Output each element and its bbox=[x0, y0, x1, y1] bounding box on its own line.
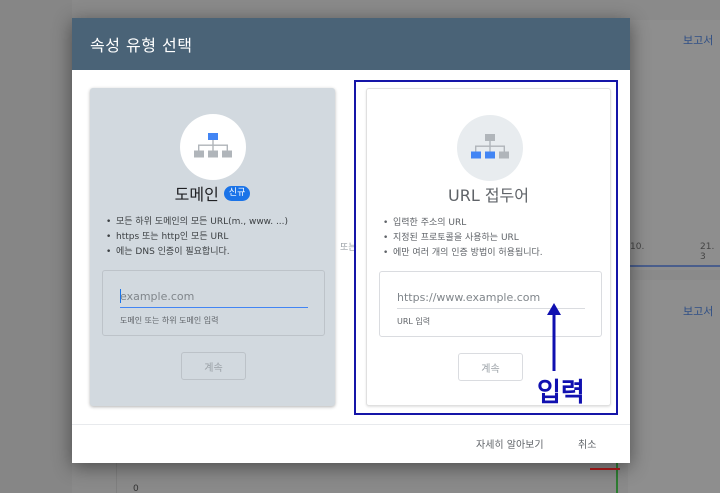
background-report-card bbox=[628, 20, 720, 270]
sitemap-icon bbox=[194, 133, 232, 158]
domain-input[interactable] bbox=[120, 286, 308, 308]
arrow-up-icon bbox=[547, 303, 561, 371]
background-report-link[interactable]: 보고서 bbox=[683, 32, 713, 48]
domain-title-text: 도메인 bbox=[174, 185, 219, 204]
list-item: 에는 DNS 인증이 필요합니다. bbox=[106, 245, 326, 260]
background-axis-tick: 0 bbox=[133, 484, 139, 493]
background-chart-line bbox=[628, 265, 720, 267]
background-chart-line bbox=[590, 468, 620, 470]
cancel-button[interactable]: 취소 bbox=[578, 436, 596, 451]
domain-input-box: 도메인 또는 하위 도메인 입력 bbox=[102, 270, 325, 336]
domain-card-title: 도메인 신규 bbox=[90, 181, 335, 205]
text-cursor bbox=[120, 289, 121, 303]
background-axis-tick: 21. 3 bbox=[700, 242, 715, 262]
domain-property-card[interactable]: 도메인 신규 모든 하위 도메인의 모든 URL(m., www. ...) h… bbox=[90, 88, 335, 406]
domain-icon-circle bbox=[180, 114, 246, 180]
annotation-highlight-box bbox=[354, 80, 618, 415]
learn-more-button[interactable]: 자세히 알아보기 bbox=[476, 436, 544, 451]
annotation-label: 입력 bbox=[537, 378, 585, 408]
dialog-footer-divider bbox=[72, 424, 630, 425]
list-item: https 또는 http인 모든 URL bbox=[106, 230, 326, 245]
domain-continue-button[interactable]: 계속 bbox=[181, 352, 246, 380]
background-report-link[interactable]: 보고서 bbox=[683, 303, 713, 319]
dialog-header: 속성 유형 선택 bbox=[72, 18, 630, 70]
new-badge: 신규 bbox=[223, 185, 251, 201]
background-axis-tick: 10. bbox=[630, 242, 645, 252]
list-item: 모든 하위 도메인의 모든 URL(m., www. ...) bbox=[106, 215, 326, 230]
domain-feature-list: 모든 하위 도메인의 모든 URL(m., www. ...) https 또는… bbox=[106, 215, 326, 260]
dialog-title: 속성 유형 선택 bbox=[90, 36, 193, 55]
background-left-strip bbox=[0, 0, 72, 493]
domain-input-helper: 도메인 또는 하위 도메인 입력 bbox=[120, 316, 219, 325]
